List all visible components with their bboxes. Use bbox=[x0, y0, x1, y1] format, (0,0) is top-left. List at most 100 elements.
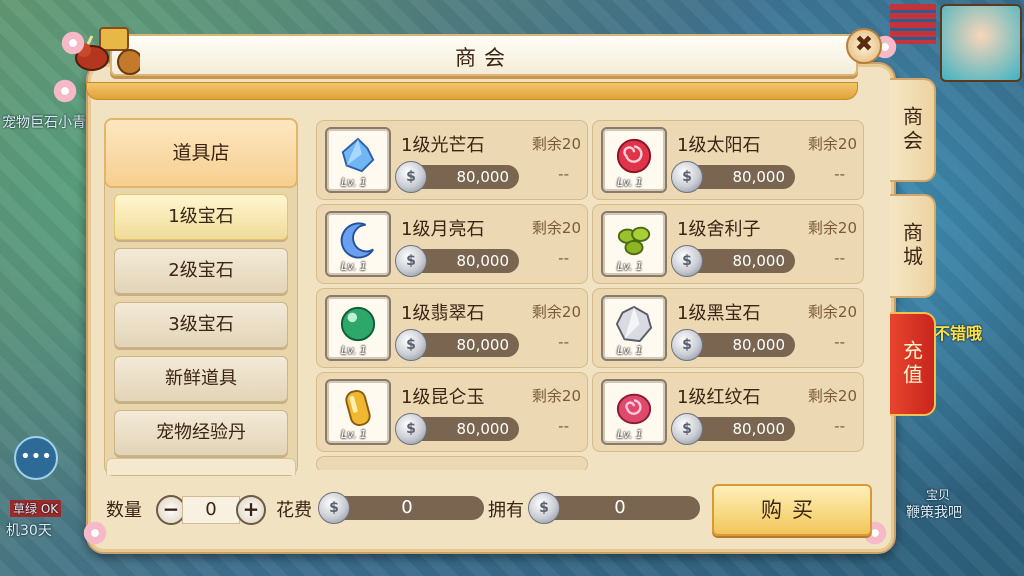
category-item-gem-level-3[interactable]: 3级宝石 bbox=[114, 302, 288, 348]
shop-item[interactable]: Lv. 1 1级月亮石 剩余20 80,000 $ -- bbox=[316, 204, 588, 284]
category-item-fresh-props[interactable]: 新鲜道具 bbox=[114, 356, 288, 402]
promo-text: 不错哦 bbox=[934, 324, 983, 343]
category-header-label: 道具店 bbox=[172, 142, 230, 164]
item-name: 1级黑宝石 bbox=[677, 303, 761, 324]
left-badge: 草绿 OK bbox=[10, 500, 62, 517]
item-remaining: 剩余20 bbox=[531, 303, 581, 321]
tab-mall[interactable]: 商城 bbox=[890, 194, 936, 298]
buy-button[interactable]: 购买 bbox=[712, 484, 872, 536]
item-owned: -- bbox=[834, 333, 845, 351]
item-name: 1级月亮石 bbox=[401, 219, 485, 240]
crystal-cluster-icon bbox=[341, 137, 375, 173]
title-ribbon bbox=[86, 82, 858, 100]
item-remaining: 剩余20 bbox=[807, 303, 857, 321]
item-icon-frame: Lv. 1 bbox=[601, 379, 667, 445]
pink-swirl-orb-icon bbox=[616, 393, 652, 425]
flower-decoration bbox=[60, 30, 86, 56]
right-small-text: 宝贝 bbox=[926, 488, 951, 502]
title-bar: 商会 bbox=[110, 34, 858, 76]
category-item-gem-level-1[interactable]: 1级宝石 bbox=[114, 194, 288, 240]
flower-decoration bbox=[52, 78, 78, 104]
cost-value: 0 bbox=[330, 496, 484, 520]
owned-value: 0 bbox=[540, 496, 700, 520]
item-remaining: 剩余20 bbox=[531, 135, 581, 153]
item-level: Lv. 1 bbox=[617, 344, 643, 357]
close-icon: ✖ bbox=[854, 32, 874, 57]
minus-icon: − bbox=[162, 497, 180, 521]
silver-coin-icon: $ bbox=[395, 161, 427, 193]
item-icon-frame: Lv. 1 bbox=[325, 211, 391, 277]
item-owned: -- bbox=[834, 417, 845, 435]
increase-button[interactable]: + bbox=[236, 495, 266, 525]
item-icon-frame: Lv. 1 bbox=[601, 295, 667, 361]
item-owned: -- bbox=[558, 249, 569, 267]
silver-coin-icon: $ bbox=[671, 329, 703, 361]
quantity-label: 数量 bbox=[106, 500, 142, 521]
red-spiral-orb-icon bbox=[616, 138, 652, 174]
item-name: 1级光芒石 bbox=[401, 135, 485, 156]
silver-coin-icon: $ bbox=[671, 413, 703, 445]
green-orb-icon bbox=[340, 306, 376, 342]
item-level: Lv. 1 bbox=[617, 176, 643, 189]
item-name: 1级红纹石 bbox=[677, 387, 761, 408]
cost-label: 花费 bbox=[276, 500, 312, 521]
item-level: Lv. 1 bbox=[617, 260, 643, 273]
item-name: 1级翡翠石 bbox=[401, 303, 485, 324]
right-bottom-text: 鞭策我吧 bbox=[906, 505, 962, 521]
category-item-partial[interactable] bbox=[106, 458, 296, 475]
silver-diamond-icon bbox=[615, 305, 653, 343]
item-name: 1级舍利子 bbox=[677, 219, 761, 240]
silver-coin-icon: $ bbox=[671, 161, 703, 193]
shop-item[interactable]: Lv. 1 1级昆仑玉 剩余20 80,000 $ -- bbox=[316, 372, 588, 452]
item-icon-frame: Lv. 1 bbox=[325, 295, 391, 361]
golden-jade-icon bbox=[345, 389, 371, 427]
shop-item[interactable]: Lv. 1 1级太阳石 剩余20 80,000 $ -- bbox=[592, 120, 864, 200]
category-item-gem-level-2[interactable]: 2级宝石 bbox=[114, 248, 288, 294]
category-header[interactable]: 道具店 bbox=[104, 118, 298, 188]
silver-coin-icon: $ bbox=[318, 492, 350, 524]
silver-coin-icon: $ bbox=[528, 492, 560, 524]
npc-name-label: 宠物巨石小青 bbox=[2, 115, 86, 131]
silver-coin-icon: $ bbox=[395, 245, 427, 277]
tab-recharge[interactable]: 充值 bbox=[890, 312, 936, 416]
item-owned: -- bbox=[558, 165, 569, 183]
item-level: Lv. 1 bbox=[341, 344, 367, 357]
shop-item[interactable]: Lv. 1 1级红纹石 剩余20 80,000 $ -- bbox=[592, 372, 864, 452]
item-icon-frame: Lv. 1 bbox=[601, 127, 667, 193]
close-button[interactable]: ✖ bbox=[846, 28, 882, 64]
left-bottom-text: 机30天 bbox=[6, 523, 52, 539]
item-icon-frame: Lv. 1 bbox=[601, 211, 667, 277]
item-owned: -- bbox=[558, 417, 569, 435]
shop-item[interactable]: Lv. 1 1级舍利子 剩余20 80,000 $ -- bbox=[592, 204, 864, 284]
tab-commerce[interactable]: 商会 bbox=[890, 78, 936, 182]
shop-item[interactable]: Lv. 1 1级翡翠石 剩余20 80,000 $ -- bbox=[316, 288, 588, 368]
quantity-field[interactable]: 0 bbox=[182, 496, 240, 524]
shop-item[interactable]: Lv. 1 1级黑宝石 剩余20 80,000 $ -- bbox=[592, 288, 864, 368]
item-level: Lv. 1 bbox=[341, 176, 367, 189]
owned-label: 拥有 bbox=[488, 500, 524, 521]
item-owned: -- bbox=[834, 249, 845, 267]
silver-coin-icon: $ bbox=[395, 329, 427, 361]
shop-item[interactable]: Lv. 1 1级光芒石 剩余20 80,000 $ -- bbox=[316, 120, 588, 200]
green-beads-icon bbox=[617, 226, 651, 256]
silver-coin-icon: $ bbox=[671, 245, 703, 277]
chat-bubble-icon: ••• bbox=[20, 446, 52, 467]
item-level: Lv. 1 bbox=[341, 428, 367, 441]
shop-item-partial[interactable] bbox=[316, 456, 588, 470]
silver-coin-icon: $ bbox=[395, 413, 427, 445]
item-remaining: 剩余20 bbox=[807, 387, 857, 405]
item-level: Lv. 1 bbox=[341, 260, 367, 273]
item-remaining: 剩余20 bbox=[531, 219, 581, 237]
panel-title: 商会 bbox=[455, 46, 513, 70]
item-remaining: 剩余20 bbox=[807, 135, 857, 153]
item-remaining: 剩余20 bbox=[531, 387, 581, 405]
chat-button[interactable]: ••• bbox=[14, 436, 58, 480]
item-level: Lv. 1 bbox=[617, 428, 643, 441]
item-icon-frame: Lv. 1 bbox=[325, 127, 391, 193]
item-owned: -- bbox=[834, 165, 845, 183]
item-owned: -- bbox=[558, 333, 569, 351]
plus-icon: + bbox=[242, 497, 260, 521]
player-avatar[interactable] bbox=[940, 4, 1022, 82]
status-bars bbox=[890, 4, 936, 44]
category-item-pet-exp-pill[interactable]: 宠物经验丹 bbox=[114, 410, 288, 456]
